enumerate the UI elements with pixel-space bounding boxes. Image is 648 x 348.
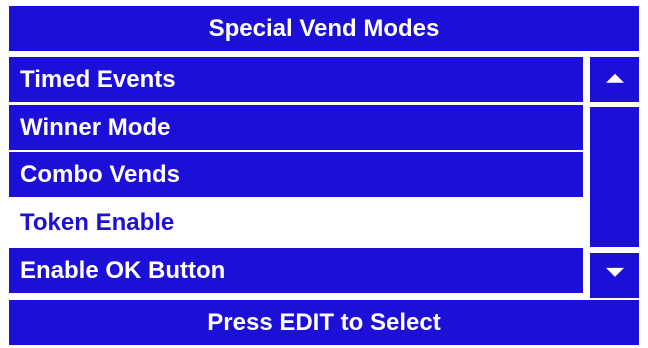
menu-item-label: Token Enable — [20, 208, 175, 236]
menu-item-label: Enable OK Button — [20, 256, 226, 284]
menu-item-label: Winner Mode — [20, 113, 171, 141]
scroll-up-button[interactable] — [590, 57, 639, 102]
menu-item-label: Timed Events — [20, 65, 176, 93]
menu-item-label: Combo Vends — [20, 160, 181, 188]
footer-hint: Press EDIT to Select — [9, 300, 639, 345]
triangle-up-icon — [605, 73, 624, 83]
scroll-down-button[interactable] — [590, 253, 639, 298]
triangle-down-icon — [605, 267, 624, 277]
scrollbar-track[interactable] — [590, 107, 639, 247]
menu-item-timed-events[interactable]: Timed Events — [9, 57, 583, 102]
menu-item-combo-vends[interactable]: Combo Vends — [9, 152, 583, 197]
page-title: Special Vend Modes — [9, 6, 639, 51]
menu-item-enable-ok-button[interactable]: Enable OK Button — [9, 248, 583, 293]
menu-item-winner-mode[interactable]: Winner Mode — [9, 105, 583, 150]
menu-item-token-enable[interactable]: Token Enable — [9, 200, 583, 245]
